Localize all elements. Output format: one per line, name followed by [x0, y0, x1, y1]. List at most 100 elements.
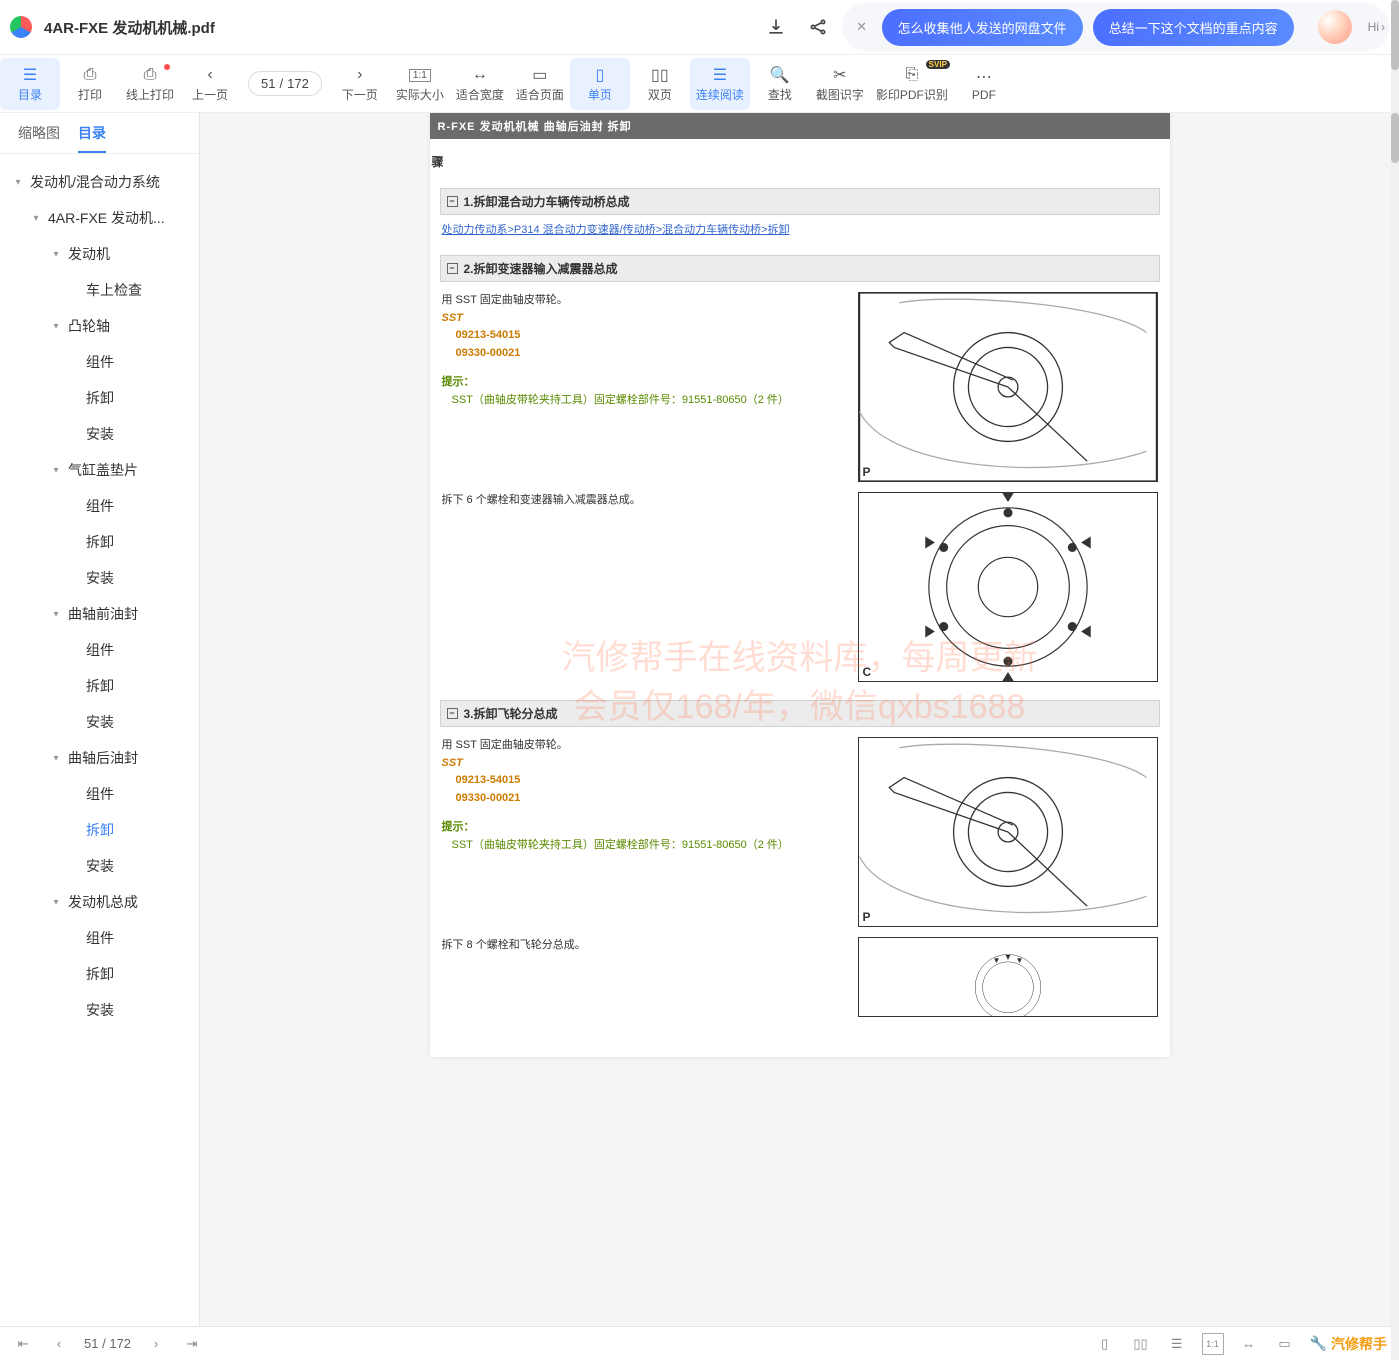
- dot-badge: [164, 64, 170, 70]
- toc-leaf[interactable]: 组件: [0, 632, 199, 668]
- toc-leaf[interactable]: 安装: [0, 560, 199, 596]
- tool-print[interactable]: ⎙打印: [60, 58, 120, 110]
- view-ratio-icon[interactable]: 1:1: [1202, 1333, 1224, 1355]
- tool-double-page[interactable]: ▯▯双页: [630, 58, 690, 110]
- tool-online-print[interactable]: ⎙线上打印: [120, 58, 180, 110]
- tool-catalog[interactable]: ☰目录: [0, 58, 60, 110]
- side-tab-thumbnails[interactable]: 缩略图: [18, 123, 60, 153]
- catalog-icon: ☰: [23, 64, 37, 86]
- toc-node[interactable]: ▾曲轴前油封: [0, 596, 199, 632]
- view-single-icon[interactable]: ▯: [1094, 1333, 1116, 1355]
- tool-find[interactable]: 🔍查找: [750, 58, 810, 110]
- toc-leaf[interactable]: 拆卸: [0, 956, 199, 992]
- toc-leaf[interactable]: 拆卸: [0, 668, 199, 704]
- hi-label[interactable]: Hi›: [1368, 20, 1385, 34]
- toc-node[interactable]: ▾气缸盖垫片: [0, 452, 199, 488]
- doc-scrollbar[interactable]: [1391, 113, 1399, 1326]
- toc-leaf[interactable]: 拆卸: [0, 524, 199, 560]
- instruction-text: 拆下 6 个螺栓和变速器输入减震器总成。: [442, 494, 641, 506]
- sst-label: SST: [442, 312, 463, 324]
- download-icon[interactable]: [766, 17, 786, 37]
- tool-fit-page[interactable]: ▭适合页面: [510, 58, 570, 110]
- toc-node[interactable]: ▾曲轴后油封: [0, 740, 199, 776]
- instruction-text: 用 SST 固定曲轴皮带轮。: [442, 739, 568, 751]
- breadcrumb-link[interactable]: 处动力传动系>P314 混合动力变速器/传动桥>混合动力车辆传动桥>拆卸: [442, 221, 790, 237]
- tool-fit-width[interactable]: ↔适合宽度: [450, 58, 510, 110]
- caret-down-icon: ▾: [50, 248, 62, 260]
- caret-down-icon: ▾: [50, 320, 62, 332]
- toc-node[interactable]: ▾凸轮轴: [0, 308, 199, 344]
- print-icon: ⎙: [84, 64, 97, 86]
- toc-leaf[interactable]: 组件: [0, 920, 199, 956]
- document-viewport[interactable]: R-FXE 发动机机械 曲轴后油封 拆卸 骤 −1.拆卸混合动力车辆传动桥总成 …: [200, 113, 1399, 1326]
- section-bar-3: −3.拆卸飞轮分总成: [440, 700, 1160, 727]
- toc-leaf[interactable]: 安装: [0, 416, 199, 452]
- side-tab-toc[interactable]: 目录: [78, 123, 106, 153]
- more-icon: ⋯: [976, 66, 992, 88]
- toc-node[interactable]: ▾发动机总成: [0, 884, 199, 920]
- online-print-icon: ⎙: [144, 64, 157, 86]
- sst-number: 09330-00021: [456, 345, 848, 363]
- close-icon[interactable]: ✕: [852, 17, 872, 37]
- toc-node[interactable]: ▾发动机: [0, 236, 199, 272]
- file-name: 4AR-FXE 发动机机械.pdf: [44, 17, 215, 38]
- tool-actual-size[interactable]: 1:1实际大小: [390, 58, 450, 110]
- actual-size-icon: 1:1: [409, 64, 431, 86]
- caret-down-icon: ▾: [50, 896, 62, 908]
- prev-page-button[interactable]: ‹: [48, 1333, 70, 1355]
- collapse-icon: −: [447, 708, 458, 719]
- toc-leaf[interactable]: 组件: [0, 488, 199, 524]
- tool-single-page[interactable]: ▯单页: [570, 58, 630, 110]
- toc-node[interactable]: ▾4AR-FXE 发动机...: [0, 200, 199, 236]
- tool-next-page[interactable]: ›下一页: [330, 58, 390, 110]
- share-icon[interactable]: [808, 17, 828, 37]
- collapse-icon: −: [447, 263, 458, 274]
- page-indicator[interactable]: 51/172: [248, 71, 322, 96]
- single-page-icon: ▯: [595, 64, 604, 86]
- assistant-avatar[interactable]: [1318, 10, 1352, 44]
- toc-leaf[interactable]: 安装: [0, 848, 199, 884]
- suggestion-pill-2[interactable]: 总结一下这个文档的重点内容: [1093, 9, 1294, 46]
- last-page-button[interactable]: ⇥: [181, 1333, 203, 1355]
- step-char: 骤: [432, 153, 1170, 170]
- figure-label: C: [863, 665, 872, 679]
- figure-damper: C: [858, 492, 1158, 682]
- continuous-icon: ☰: [713, 64, 727, 86]
- toc-leaf[interactable]: 安装: [0, 704, 199, 740]
- next-page-button[interactable]: ›: [145, 1333, 167, 1355]
- fit-width-icon: ↔: [472, 64, 488, 86]
- tool-prev-page[interactable]: ‹上一页: [180, 58, 240, 110]
- suggestion-pill-1[interactable]: 怎么收集他人发送的网盘文件: [882, 9, 1083, 46]
- section-bar-1: −1.拆卸混合动力车辆传动桥总成: [440, 188, 1160, 215]
- collapse-icon: −: [447, 196, 458, 207]
- app-logo[interactable]: [10, 16, 32, 38]
- toc-leaf[interactable]: 组件: [0, 344, 199, 380]
- hint-text: SST（曲轴皮带轮夹持工具）固定螺栓部件号：91551-80650（2 件）: [452, 837, 848, 855]
- sst-label: SST: [442, 757, 463, 769]
- svip-badge: SVIP: [926, 60, 950, 69]
- toc-leaf[interactable]: 组件: [0, 776, 199, 812]
- toc-leaf[interactable]: 安装: [0, 992, 199, 1028]
- toc-leaf-selected[interactable]: 拆卸: [0, 812, 199, 848]
- toc-leaf[interactable]: 车上检查: [0, 272, 199, 308]
- tool-ocr-screenshot[interactable]: ✂截图识字: [810, 58, 870, 110]
- tool-ocr-pdf[interactable]: SVIP⎘影印PDF识别: [870, 58, 954, 110]
- figure-pulley-2: P: [858, 737, 1158, 927]
- footer-page-indicator: 51 / 172: [84, 1336, 131, 1351]
- chevron-right-icon: ›: [357, 64, 362, 86]
- instruction-text: 用 SST 固定曲轴皮带轮。: [442, 294, 568, 306]
- chevron-left-icon: ‹: [207, 64, 212, 86]
- view-double-icon[interactable]: ▯▯: [1130, 1333, 1152, 1355]
- view-continuous-icon[interactable]: ☰: [1166, 1333, 1188, 1355]
- caret-down-icon: ▾: [50, 752, 62, 764]
- tool-pdf-more[interactable]: ⋯PDF: [954, 58, 1014, 110]
- hint-label: 提示：: [442, 819, 848, 837]
- view-fitwidth-icon[interactable]: ↔: [1238, 1333, 1260, 1355]
- double-page-icon: ▯▯: [651, 64, 669, 86]
- toc-node[interactable]: ▾发动机/混合动力系统: [0, 164, 199, 200]
- tool-continuous[interactable]: ☰连续阅读: [690, 58, 750, 110]
- view-fitpage-icon[interactable]: ▭: [1274, 1333, 1296, 1355]
- search-icon: 🔍: [770, 64, 790, 86]
- first-page-button[interactable]: ⇤: [12, 1333, 34, 1355]
- toc-leaf[interactable]: 拆卸: [0, 380, 199, 416]
